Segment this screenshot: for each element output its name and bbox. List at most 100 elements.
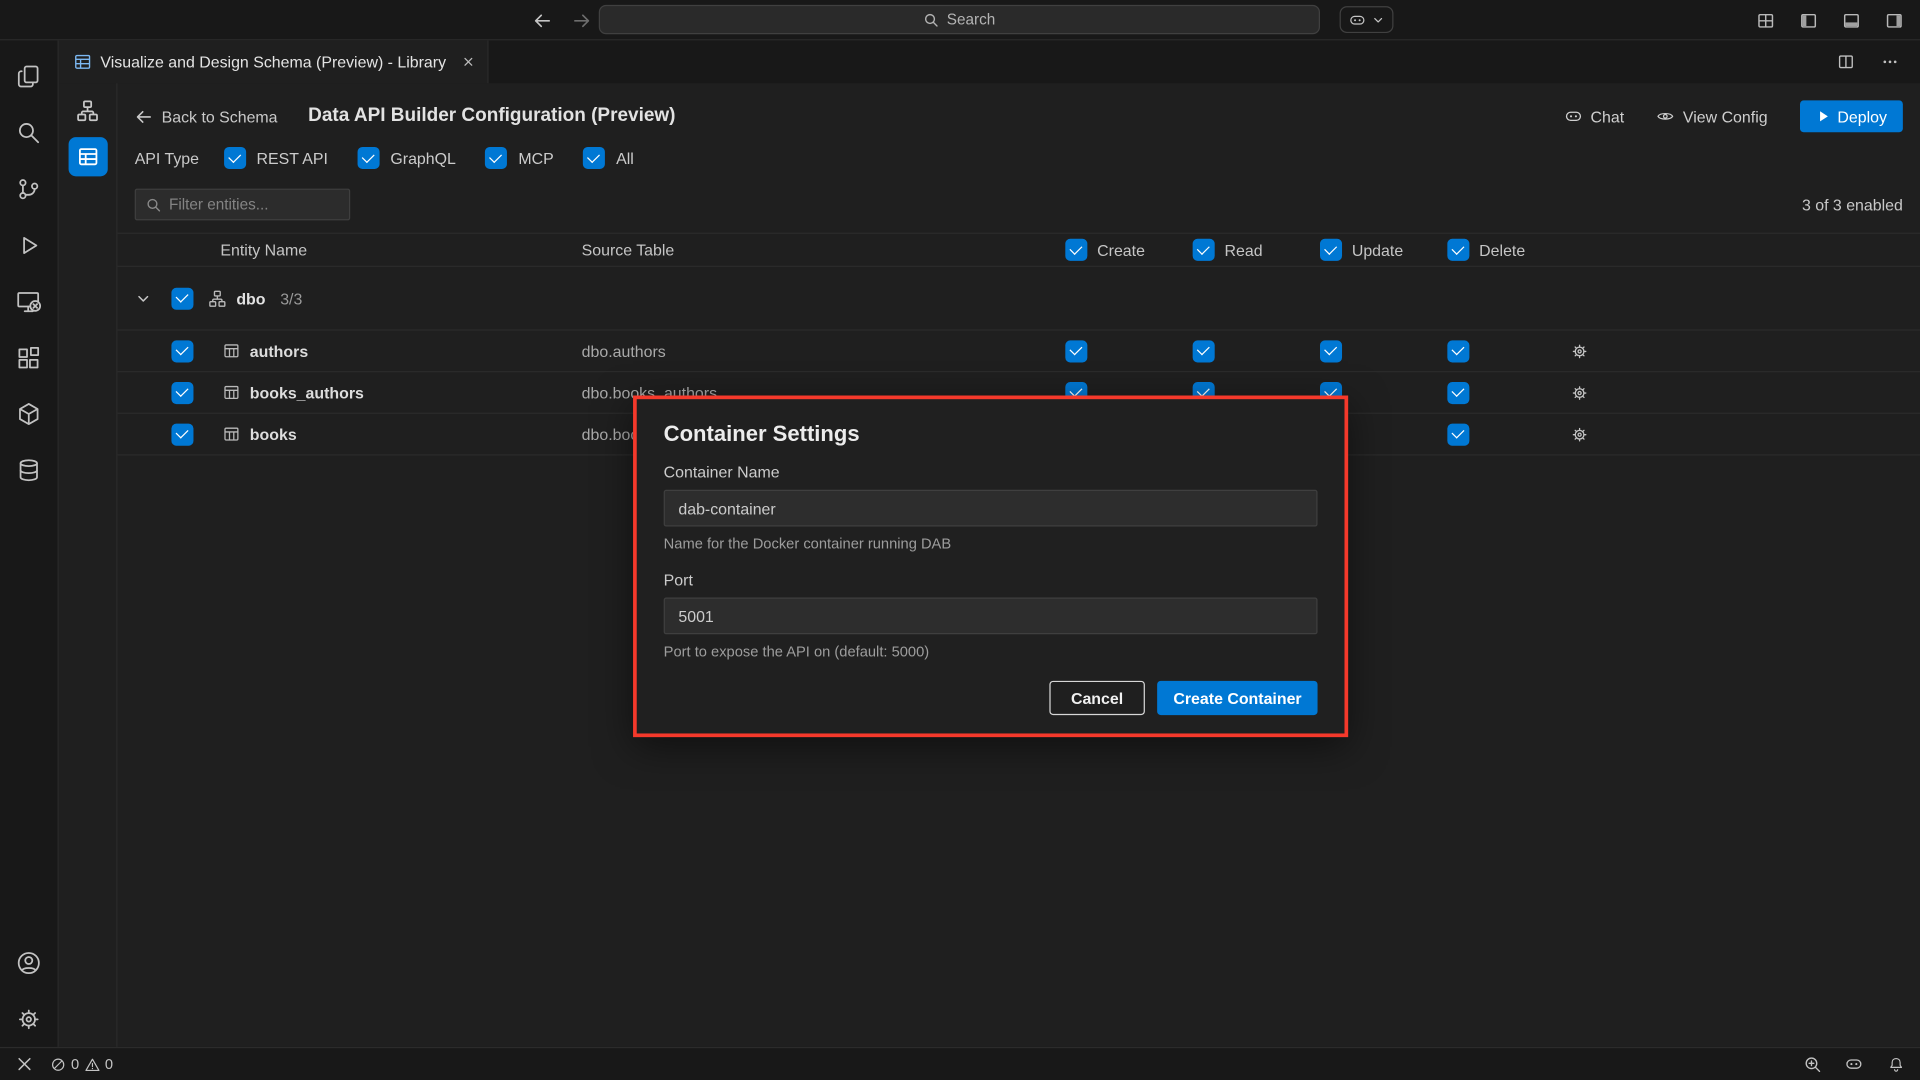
play-icon [1815, 109, 1830, 124]
row-settings-gear-icon[interactable] [1570, 424, 1590, 444]
option-label: GraphQL [390, 149, 455, 167]
filter-entities-input[interactable] [169, 196, 339, 213]
port-help: Port to expose the API on (default: 5000… [664, 643, 1318, 660]
container-settings-modal: Container Settings Container Name Name f… [633, 396, 1348, 738]
create-checkbox[interactable] [1065, 340, 1087, 362]
table-row-authors: authors dbo.authors [118, 331, 1920, 373]
explorer-icon[interactable] [0, 48, 58, 104]
group-checkbox[interactable] [171, 287, 193, 309]
create-all-checkbox[interactable] [1065, 239, 1087, 261]
api-type-option-rest[interactable]: REST API [223, 147, 327, 169]
checkbox-checked[interactable] [485, 147, 507, 169]
database-projects-icon[interactable] [0, 386, 58, 442]
database-icon[interactable] [0, 442, 58, 498]
row-checkbox[interactable] [171, 381, 193, 403]
checkbox-checked[interactable] [223, 147, 245, 169]
row-checkbox[interactable] [171, 340, 193, 362]
extensions-icon[interactable] [0, 329, 58, 385]
back-arrow-icon[interactable] [529, 7, 556, 34]
group-name: dbo [236, 289, 265, 307]
table-icon [223, 384, 240, 401]
search-icon [923, 12, 939, 28]
cancel-button[interactable]: Cancel [1049, 681, 1145, 715]
delete-checkbox[interactable] [1447, 340, 1469, 362]
filter-entities-box[interactable] [135, 189, 351, 221]
view-config-button[interactable]: View Config [1656, 107, 1768, 127]
tab-visualize-design-schema[interactable]: Visualize and Design Schema (Preview) - … [59, 40, 489, 83]
status-bar-left: 0 0 [11, 1051, 113, 1078]
toggle-panel-icon[interactable] [1838, 7, 1865, 34]
more-actions-icon[interactable] [1876, 48, 1903, 75]
source-control-icon[interactable] [0, 160, 58, 216]
errors-icon [50, 1056, 66, 1072]
container-name-help: Name for the Docker container running DA… [664, 535, 1318, 552]
entity-name-cell: books [223, 425, 297, 443]
titlebar: Search [0, 0, 1920, 40]
copilot-chat-icon [1564, 107, 1584, 127]
split-editor-icon[interactable] [1832, 48, 1859, 75]
group-count: 3/3 [280, 289, 302, 307]
toggle-sidebar-left-icon[interactable] [1795, 7, 1822, 34]
api-type-option-graphql[interactable]: GraphQL [357, 147, 456, 169]
read-checkbox[interactable] [1193, 340, 1215, 362]
api-type-label: API Type [135, 149, 199, 167]
checkbox-checked[interactable] [357, 147, 379, 169]
account-icon[interactable] [0, 934, 58, 990]
view-icon-strip [59, 83, 118, 1047]
row-checkbox[interactable] [171, 423, 193, 445]
table-icon [223, 426, 240, 443]
toggle-sidebar-right-icon[interactable] [1881, 7, 1908, 34]
update-all-checkbox[interactable] [1320, 239, 1342, 261]
dab-configuration-icon[interactable] [68, 137, 107, 176]
problems-indicator[interactable]: 0 0 [50, 1056, 113, 1073]
search-sidebar-icon[interactable] [0, 104, 58, 160]
read-all-checkbox[interactable] [1193, 239, 1215, 261]
update-checkbox[interactable] [1320, 340, 1342, 362]
deploy-button[interactable]: Deploy [1799, 100, 1902, 132]
column-read: Read [1193, 239, 1263, 261]
layout-controls [1752, 0, 1908, 40]
option-label: MCP [518, 149, 553, 167]
chevron-down-icon[interactable] [135, 290, 152, 307]
chat-button[interactable]: Chat [1564, 107, 1625, 127]
remote-explorer-icon[interactable] [0, 273, 58, 329]
page-title: Data API Builder Configuration (Preview) [308, 105, 675, 127]
modal-actions: Cancel Create Container [664, 681, 1318, 715]
port-input[interactable] [664, 598, 1318, 635]
command-center-search[interactable]: Search [599, 5, 1320, 34]
row-settings-gear-icon[interactable] [1570, 341, 1590, 361]
close-icon[interactable] [462, 55, 475, 68]
visualize-schema-icon[interactable] [68, 91, 107, 130]
api-type-option-mcp[interactable]: MCP [485, 147, 553, 169]
create-container-button[interactable]: Create Container [1157, 681, 1317, 715]
schema-icon [208, 289, 226, 307]
eye-icon [1656, 107, 1676, 127]
row-settings-gear-icon[interactable] [1570, 383, 1590, 403]
back-to-schema-link[interactable]: Back to Schema [135, 107, 278, 125]
errors-count: 0 [71, 1056, 79, 1073]
container-name-input[interactable] [664, 490, 1318, 527]
delete-all-checkbox[interactable] [1447, 239, 1469, 261]
copilot-status-icon[interactable] [1840, 1051, 1867, 1078]
status-bar: 0 0 [0, 1047, 1920, 1080]
delete-checkbox[interactable] [1447, 423, 1469, 445]
checkbox-checked[interactable] [583, 147, 605, 169]
back-arrow-icon [135, 107, 153, 125]
copilot-dropdown-button[interactable] [1340, 6, 1394, 33]
zoom-indicator-icon[interactable] [1799, 1051, 1826, 1078]
status-bar-right [1799, 1051, 1909, 1078]
port-field-block: Port Port to expose the API on (default:… [664, 571, 1318, 660]
notifications-bell-icon[interactable] [1882, 1051, 1909, 1078]
activity-bar [0, 40, 59, 1047]
remote-indicator-icon[interactable] [11, 1051, 38, 1078]
modal-title: Container Settings [664, 421, 1318, 447]
filter-row: 3 of 3 enabled [118, 189, 1920, 221]
customize-layout-icon[interactable] [1752, 7, 1779, 34]
forward-arrow-icon[interactable] [568, 7, 595, 34]
run-debug-icon[interactable] [0, 217, 58, 273]
api-type-option-all[interactable]: All [583, 147, 634, 169]
deploy-label: Deploy [1837, 107, 1887, 125]
delete-checkbox[interactable] [1447, 381, 1469, 403]
container-name-label: Container Name [664, 463, 1318, 481]
settings-gear-icon[interactable] [0, 991, 58, 1047]
